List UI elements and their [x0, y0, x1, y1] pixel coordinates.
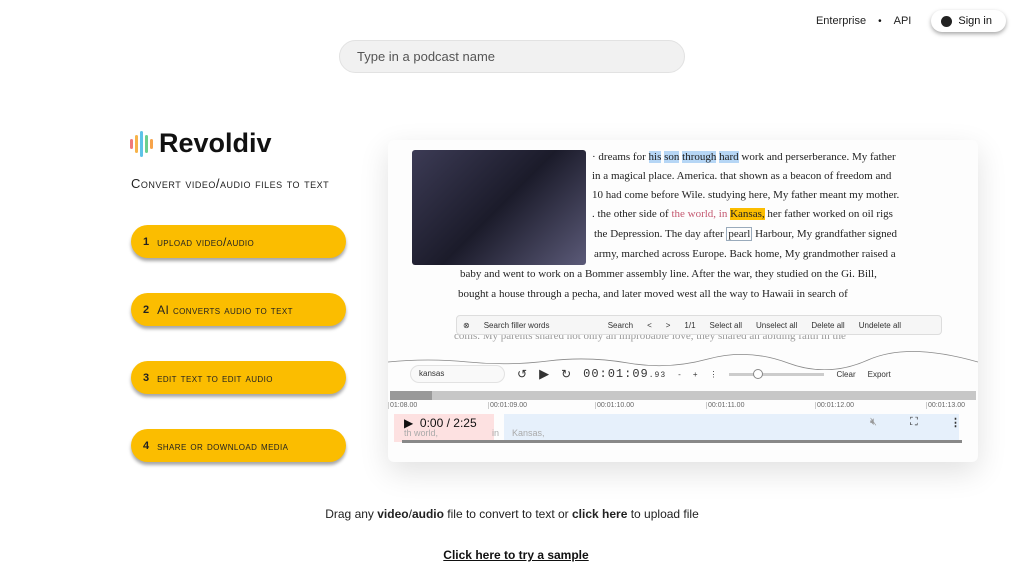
word: Kansas,	[512, 428, 545, 438]
transcript-line: baby and went to work on a Bommer assemb…	[460, 268, 877, 280]
keyword-input[interactable]: kansas	[410, 365, 505, 383]
transcript-line: bought a house through a pecha, and late…	[458, 288, 848, 300]
step-label: upload video/audio	[157, 234, 255, 249]
zoom-out-button[interactable]: -	[678, 370, 681, 379]
transcript-line: · dreams for his son through hard work a…	[592, 151, 896, 163]
logo: Revoldiv	[130, 128, 272, 159]
play-icon[interactable]: ▶	[539, 366, 549, 382]
tagline: Convert video/audio files to text	[131, 176, 330, 191]
word: th world,	[404, 428, 439, 438]
sign-in-button[interactable]: Sign in	[931, 10, 1006, 32]
step-label: AI converts audio to text	[157, 302, 293, 317]
zoom-in-button[interactable]: +	[693, 370, 698, 379]
step-number: 4	[143, 439, 150, 452]
fullscreen-icon[interactable]: ⛶	[910, 416, 918, 429]
clear-button[interactable]: Clear	[836, 370, 855, 379]
timeline-ruler: 01:08.00 00:01:09.00 00:01:10.00 00:01:1…	[388, 402, 965, 409]
filler-select[interactable]: Search filler words	[484, 321, 594, 330]
filler-word-toolbar: ⊗ Search filler words Search < > 1/1 Sel…	[456, 315, 942, 335]
prev-button[interactable]: <	[647, 321, 652, 330]
enterprise-link[interactable]: Enterprise	[816, 15, 866, 27]
step-ai-converts-button[interactable]: 2 AI converts audio to text	[131, 293, 346, 326]
select-all-button[interactable]: Select all	[710, 321, 742, 330]
logo-bars-icon	[130, 130, 153, 157]
video-thumbnail	[412, 150, 586, 265]
nav-separator: •	[878, 15, 882, 27]
step-label: share or download media	[157, 438, 289, 453]
more-vertical-icon[interactable]: ⋮	[709, 370, 717, 379]
step-upload-button[interactable]: 1 upload video/audio	[131, 225, 346, 258]
player-controls: kansas ↺ ▶ ↻ 00:01:09.93 - + ⋮ Clear Exp…	[388, 362, 978, 386]
step-number: 3	[143, 371, 150, 384]
transcript-line: in a magical place. America. that shown …	[592, 170, 892, 182]
search-button[interactable]: Search	[608, 321, 633, 330]
editor-demo-preview: · dreams for his son through hard work a…	[388, 140, 978, 462]
timeline-scrollbar[interactable]	[390, 391, 976, 400]
playback-progress[interactable]	[402, 440, 962, 443]
delete-all-button[interactable]: Delete all	[811, 321, 844, 330]
step-number: 2	[143, 303, 150, 316]
zoom-slider[interactable]	[729, 368, 825, 379]
top-nav: Enterprise • API Sign in	[816, 10, 1006, 32]
step-edit-text-button[interactable]: 3 edit text to edit audio	[131, 361, 346, 394]
upload-link[interactable]: click here	[572, 507, 627, 521]
forward-icon[interactable]: ↻	[561, 367, 571, 381]
unselect-all-button[interactable]: Unselect all	[756, 321, 797, 330]
more-options-icon[interactable]: ⋮	[950, 416, 961, 429]
step-number: 1	[143, 235, 150, 248]
word: in	[492, 428, 500, 438]
transcript-line: the Depression. The day after pearl Harb…	[594, 227, 898, 241]
try-sample-link[interactable]: Click here to try a sample	[0, 548, 1024, 562]
transcript-line: army, marched across Europe. Back home, …	[594, 248, 896, 260]
upload-instructions: Drag any video/audio file to convert to …	[325, 507, 699, 521]
transcript-line: 10 had come before Wile. studying here, …	[592, 189, 900, 201]
export-button[interactable]: Export	[868, 370, 891, 379]
undelete-all-button[interactable]: Undelete all	[859, 321, 901, 330]
close-icon[interactable]: ⊗	[463, 321, 470, 330]
next-button[interactable]: >	[666, 321, 671, 330]
current-time: 00:01:09.93	[583, 367, 667, 381]
rewind-icon[interactable]: ↺	[517, 367, 527, 381]
podcast-search-input[interactable]: Type in a podcast name	[339, 40, 685, 73]
brand-name: Revoldiv	[159, 128, 272, 158]
step-share-button[interactable]: 4 share or download media	[131, 429, 346, 462]
user-icon	[941, 15, 953, 27]
match-count: 1/1	[684, 320, 696, 330]
media-player: ▶ 0:00 / 2:25 th world, in Kansas, 🔇︎ ⛶ …	[394, 414, 964, 444]
api-link[interactable]: API	[894, 15, 912, 27]
mute-icon[interactable]: 🔇︎	[870, 416, 877, 429]
transcript-line: . the other side of the world, in Kansas…	[592, 208, 893, 220]
step-label: edit text to edit audio	[157, 370, 273, 385]
sign-in-label: Sign in	[958, 15, 992, 27]
